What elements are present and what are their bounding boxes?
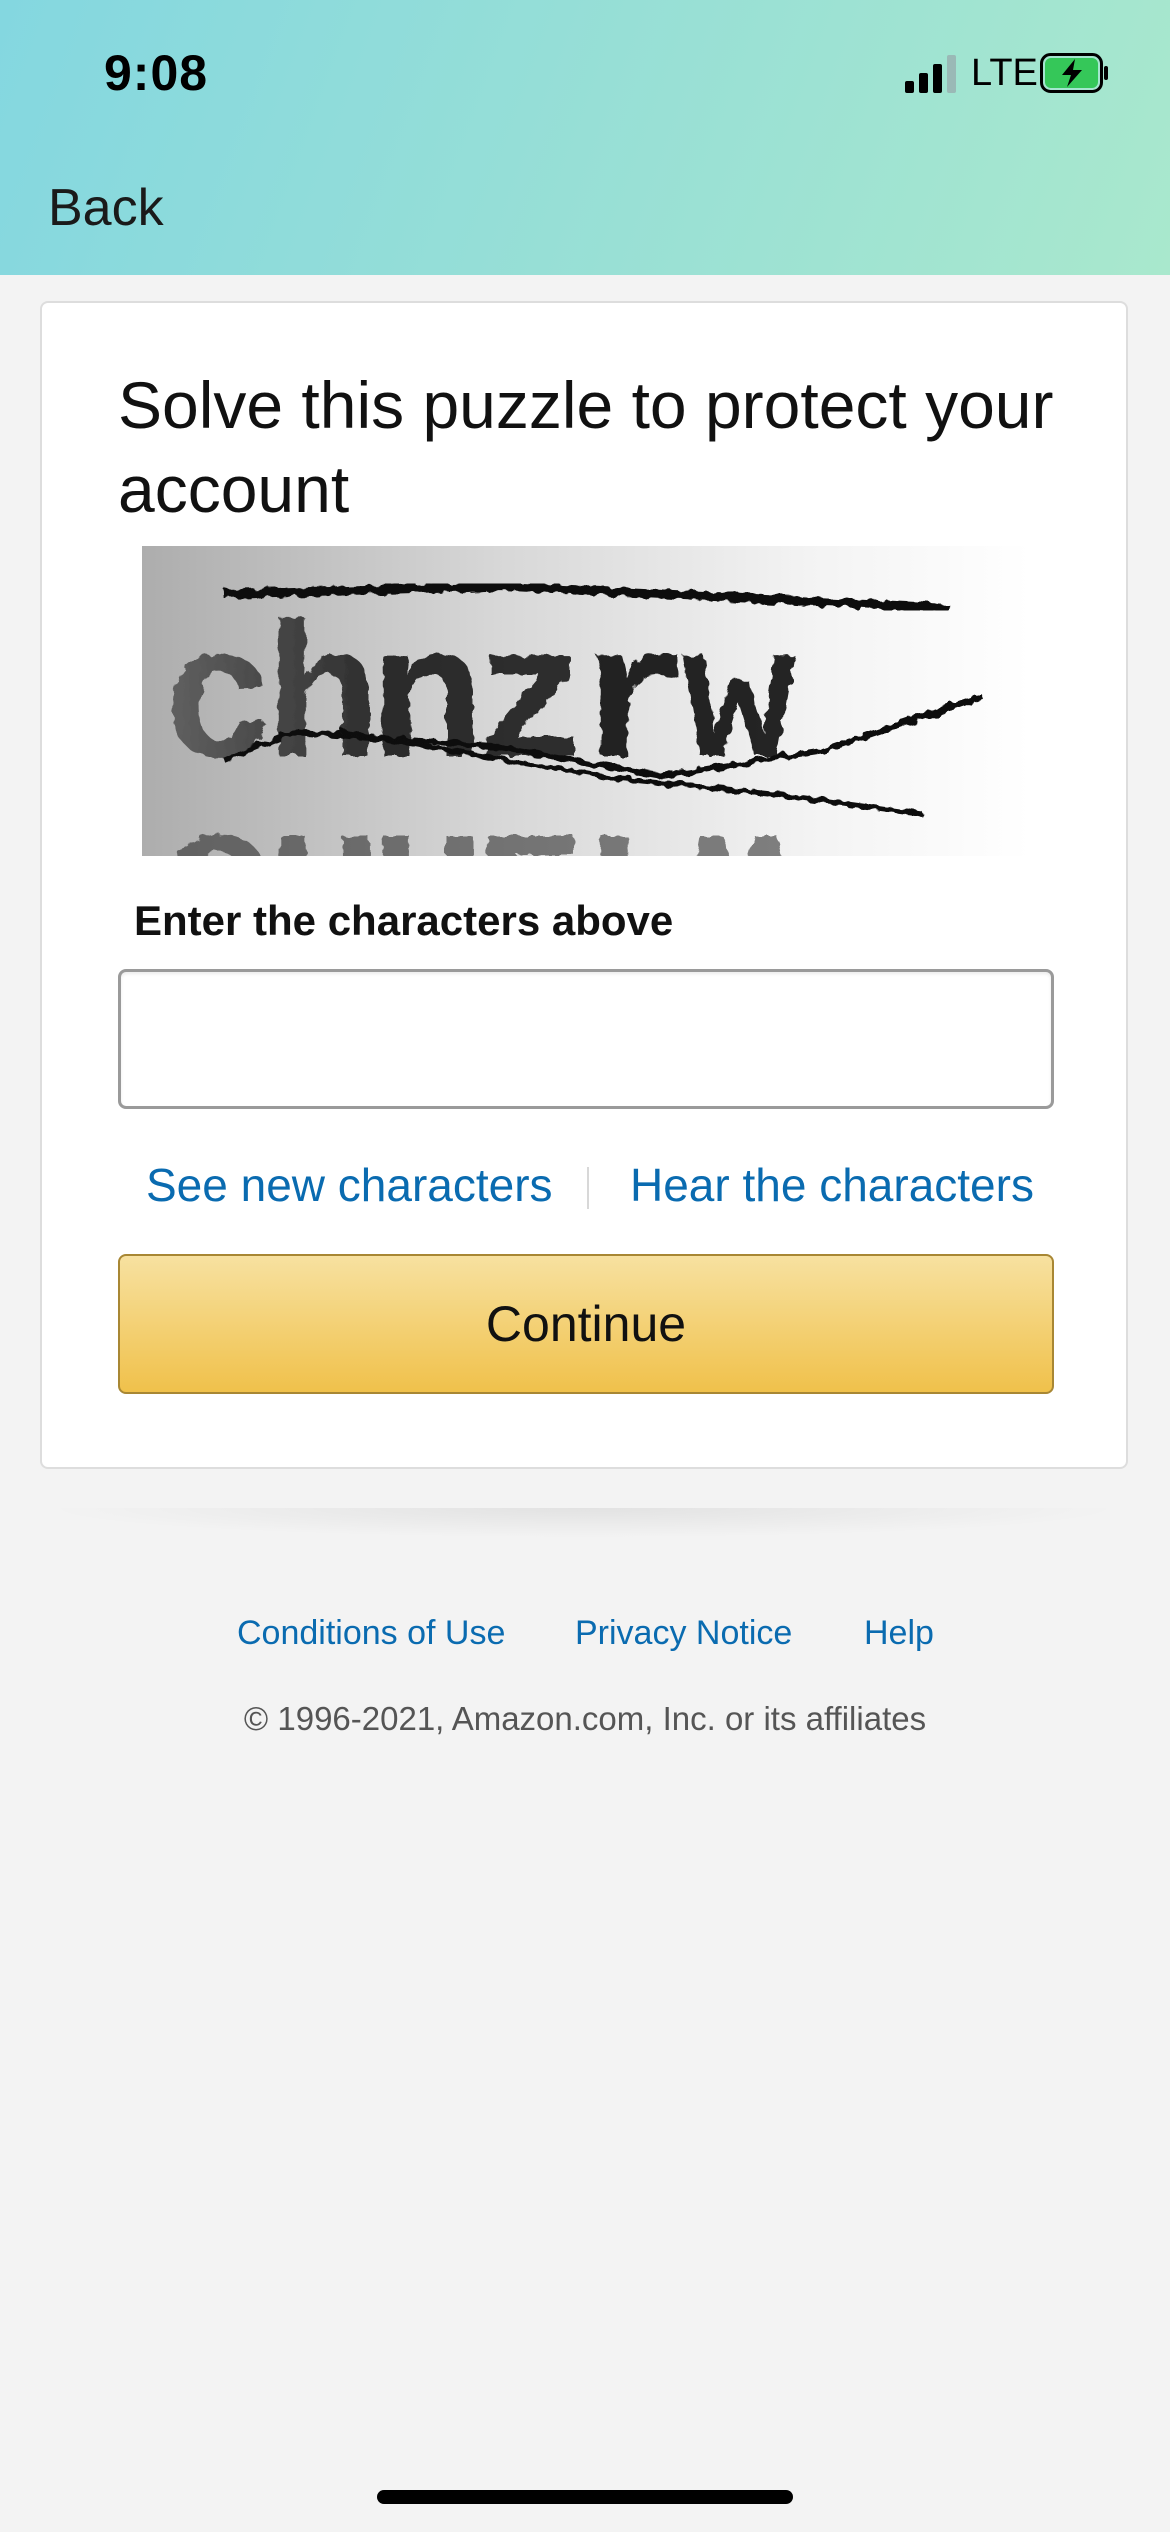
captcha-image: chnzrw chnzrw [142,546,1030,856]
battery-charging-icon [1040,53,1108,93]
puzzle-title: Solve this puzzle to protect your accoun… [118,368,1054,526]
top-header: 9:08 LTE Back [0,0,1170,275]
captcha-input[interactable] [118,969,1054,1109]
hear-characters-link[interactable]: Hear the characters [630,1158,1034,1212]
footer-conditions-link[interactable]: Conditions of Use [237,1614,505,1653]
captcha-input-label: Enter the characters above [134,897,674,944]
network-type: LTE [971,52,1038,94]
status-time: 9:08 [104,45,209,101]
home-indicator[interactable] [377,2490,793,2504]
cellular-signal-icon [905,55,957,93]
puzzle-card: Solve this puzzle to protect your accoun… [40,301,1128,1469]
footer-divider-shadow [40,1508,1128,1538]
link-divider [587,1167,589,1209]
captcha-distorted-text-image: chnzrw chnzrw [162,581,983,856]
back-button[interactable]: Back [48,178,164,238]
svg-text:chnzrw: chnzrw [162,778,795,856]
footer-help-link[interactable]: Help [864,1614,934,1653]
footer-privacy-link[interactable]: Privacy Notice [575,1614,792,1653]
see-new-characters-link[interactable]: See new characters [146,1158,553,1212]
copyright-text: © 1996-2021, Amazon.com, Inc. or its aff… [243,1700,927,1737]
continue-button[interactable]: Continue [118,1254,1054,1394]
